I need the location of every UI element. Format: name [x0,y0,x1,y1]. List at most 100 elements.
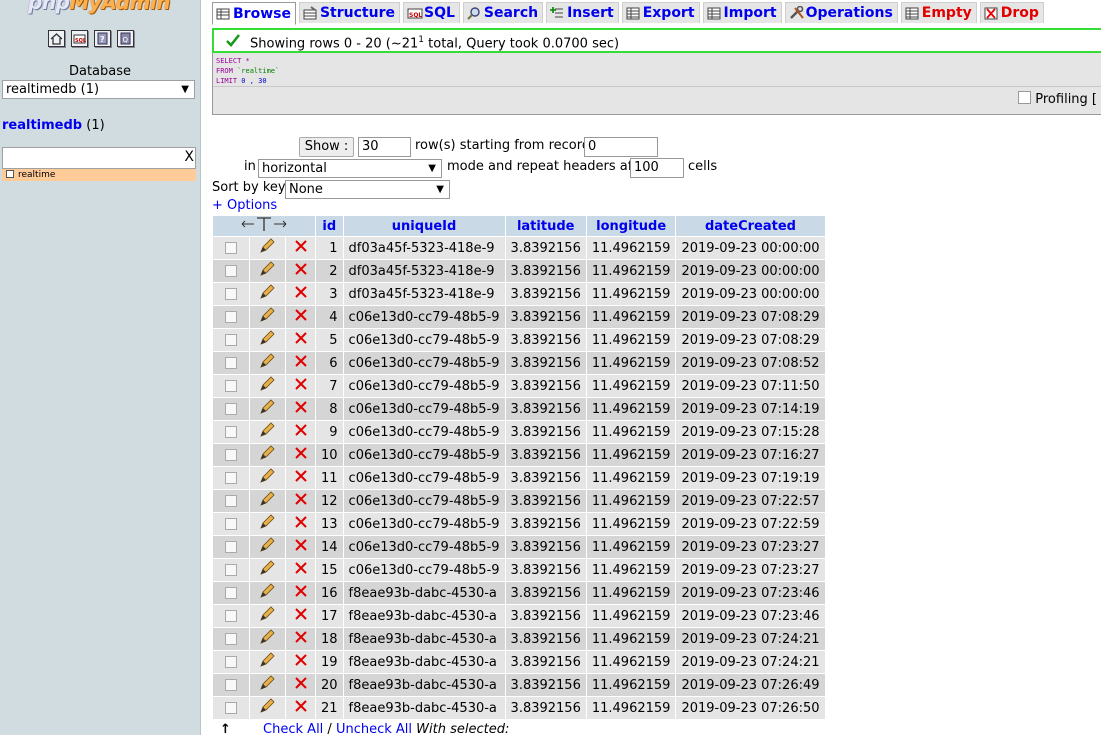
column-header-uniqueid[interactable]: uniqueId [343,216,505,236]
cell-uniqueid[interactable]: c06e13d0-cc79-48b5-9 [343,536,505,558]
cell-latitude[interactable]: 3.8392156 [505,306,586,328]
edit-row-button[interactable] [249,237,286,259]
cell-longitude[interactable]: 11.4962159 [586,628,676,650]
cell-datecreated[interactable]: 2019-09-23 07:14:19 [676,398,825,420]
row-checkbox[interactable] [224,472,237,484]
delete-row-button[interactable] [286,329,315,351]
delete-row-button[interactable] [286,375,315,397]
cell-datecreated[interactable]: 2019-09-23 07:26:49 [676,674,825,696]
show-button[interactable]: Show : [299,137,354,157]
delete-row-button[interactable] [286,283,315,305]
cell-id[interactable]: 13 [316,513,343,535]
edit-row-button[interactable] [249,444,286,466]
cell-id[interactable]: 20 [316,674,343,696]
cell-longitude[interactable]: 11.4962159 [586,375,676,397]
query-window-icon[interactable]: SQL [71,30,88,47]
rows-count-input[interactable]: 30 [358,137,411,157]
cell-uniqueid[interactable]: df03a45f-5323-418e-9 [343,283,505,305]
tab-import[interactable]: Import [702,2,782,23]
edit-row-button[interactable] [249,329,286,351]
edit-row-button[interactable] [249,375,286,397]
tab-empty[interactable]: Empty [900,2,977,23]
cell-id[interactable]: 12 [316,490,343,512]
row-checkbox[interactable] [224,288,237,300]
cell-latitude[interactable]: 3.8392156 [505,467,586,489]
cell-latitude[interactable]: 3.8392156 [505,536,586,558]
delete-row-button[interactable] [286,651,315,673]
table-row[interactable]: 18 f8eae93b-dabc-4530-a 3.8392156 11.496215… [213,628,825,650]
cell-id[interactable]: 8 [316,398,343,420]
edit-row-button[interactable] [249,674,286,696]
display-mode-select[interactable]: horizontal ▼ [258,159,442,178]
cell-id[interactable]: 11 [316,467,343,489]
repeat-headers-input[interactable]: 100 [630,158,684,178]
edit-row-button[interactable] [249,651,286,673]
cell-uniqueid[interactable]: c06e13d0-cc79-48b5-9 [343,513,505,535]
documentation-icon[interactable]: ? [94,30,111,47]
delete-row-button[interactable] [286,490,315,512]
cell-latitude[interactable]: 3.8392156 [505,260,586,282]
cell-latitude[interactable]: 3.8392156 [505,513,586,535]
cell-uniqueid[interactable]: df03a45f-5323-418e-9 [343,237,505,259]
edit-row-button[interactable] [249,513,286,535]
edit-row-button[interactable] [249,536,286,558]
cell-id[interactable]: 4 [316,306,343,328]
delete-row-button[interactable] [286,421,315,443]
clear-filter-icon[interactable]: X [184,149,194,165]
cell-id[interactable]: 14 [316,536,343,558]
tab-export[interactable]: Export [621,2,700,23]
row-checkbox[interactable] [224,426,237,438]
cell-id[interactable]: 10 [316,444,343,466]
tab-insert[interactable]: Insert [546,2,619,23]
table-row[interactable]: 20 f8eae93b-dabc-4530-a 3.8392156 11.496215… [213,674,825,696]
cell-datecreated[interactable]: 2019-09-23 07:15:28 [676,421,825,443]
cell-longitude[interactable]: 11.4962159 [586,444,676,466]
cell-datecreated[interactable]: 2019-09-23 07:22:59 [676,513,825,535]
cell-id[interactable]: 6 [316,352,343,374]
edit-row-button[interactable] [249,467,286,489]
cell-datecreated[interactable]: 2019-09-23 00:00:00 [676,237,825,259]
row-checkbox[interactable] [224,495,237,507]
cell-datecreated[interactable]: 2019-09-23 07:19:19 [676,467,825,489]
tab-search[interactable]: Search [462,2,544,23]
column-header-latitude[interactable]: latitude [505,216,586,236]
cell-latitude[interactable]: 3.8392156 [505,375,586,397]
cell-longitude[interactable]: 11.4962159 [586,421,676,443]
home-icon[interactable] [48,30,65,47]
table-row[interactable]: 2 df03a45f-5323-418e-9 3.8392156 11.4962159… [213,260,825,282]
cell-uniqueid[interactable]: f8eae93b-dabc-4530-a [343,605,505,627]
row-checkbox[interactable] [224,656,237,668]
cell-latitude[interactable]: 3.8392156 [505,444,586,466]
cell-uniqueid[interactable]: c06e13d0-cc79-48b5-9 [343,421,505,443]
database-select[interactable]: realtimedb (1) ▼ [2,80,195,99]
sidebar-item-realtime[interactable]: realtime [2,169,196,181]
sql-query-text[interactable]: SELECT * FROM `realtime` LIMIT 0 , 30 [216,56,279,86]
cell-datecreated[interactable]: 2019-09-23 07:23:27 [676,536,825,558]
row-checkbox[interactable] [224,702,237,714]
cell-datecreated[interactable]: 2019-09-23 00:00:00 [676,283,825,305]
row-checkbox[interactable] [224,334,237,346]
cell-id[interactable]: 17 [316,605,343,627]
column-header-longitude[interactable]: longitude [586,216,676,236]
sort-by-select[interactable]: None ▼ [285,180,450,199]
cell-longitude[interactable]: 11.4962159 [586,559,676,581]
cell-id[interactable]: 18 [316,628,343,650]
row-checkbox[interactable] [224,587,237,599]
edit-row-button[interactable] [249,628,286,650]
table-row[interactable]: 12 c06e13d0-cc79-48b5-9 3.8392156 11.496215… [213,490,825,512]
start-record-input[interactable]: 0 [584,137,658,157]
cell-latitude[interactable]: 3.8392156 [505,283,586,305]
cell-latitude[interactable]: 3.8392156 [505,628,586,650]
delete-row-button[interactable] [286,444,315,466]
tab-structure[interactable]: Structure [298,2,400,23]
row-checkbox[interactable] [224,311,237,323]
cell-longitude[interactable]: 11.4962159 [586,605,676,627]
cell-longitude[interactable]: 11.4962159 [586,398,676,420]
row-checkbox[interactable] [224,541,237,553]
edit-row-button[interactable] [249,352,286,374]
cell-latitude[interactable]: 3.8392156 [505,674,586,696]
table-row[interactable]: 19 f8eae93b-dabc-4530-a 3.8392156 11.496215… [213,651,825,673]
cell-longitude[interactable]: 11.4962159 [586,467,676,489]
cell-latitude[interactable]: 3.8392156 [505,237,586,259]
database-link[interactable]: realtimedb (1) [2,118,105,133]
